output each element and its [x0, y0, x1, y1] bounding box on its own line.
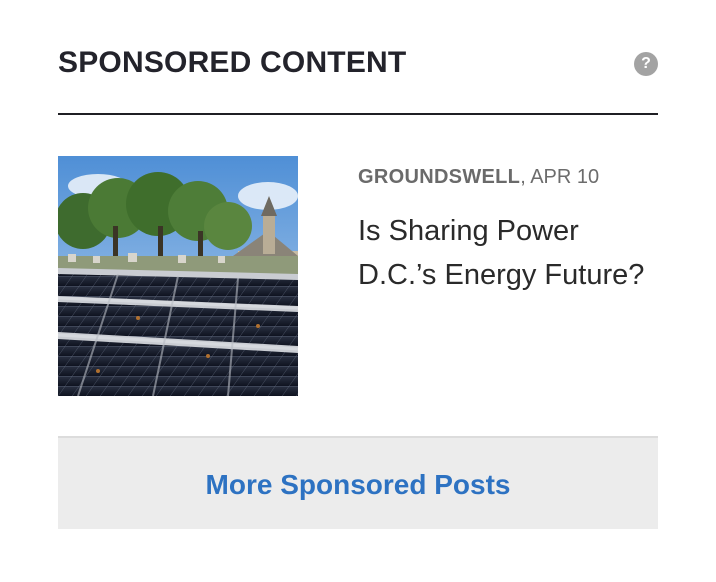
sponsored-content-widget: SPONSORED CONTENT ? GROUNDSWELL, APR 10 …	[58, 0, 658, 529]
more-sponsored-posts-button[interactable]: More Sponsored Posts	[58, 436, 658, 529]
story-meta: GROUNDSWELL, APR 10	[358, 165, 599, 189]
meta-separator: ,	[520, 166, 531, 188]
widget-header: SPONSORED CONTENT ?	[58, 0, 658, 115]
story-source[interactable]: GROUNDSWELL	[358, 166, 520, 188]
help-icon[interactable]: ?	[634, 52, 658, 76]
story-date: APR 10	[530, 166, 600, 188]
sponsored-story: GROUNDSWELL, APR 10 Is Sharing Power D.C…	[58, 156, 658, 396]
story-headline-link[interactable]: Is Sharing Power D.C.’s Energy Future?	[358, 209, 658, 297]
story-thumbnail[interactable]	[58, 156, 298, 396]
solar-panels-image	[58, 156, 298, 396]
widget-title: SPONSORED CONTENT	[58, 46, 407, 79]
more-sponsored-posts-label: More Sponsored Posts	[205, 469, 511, 500]
